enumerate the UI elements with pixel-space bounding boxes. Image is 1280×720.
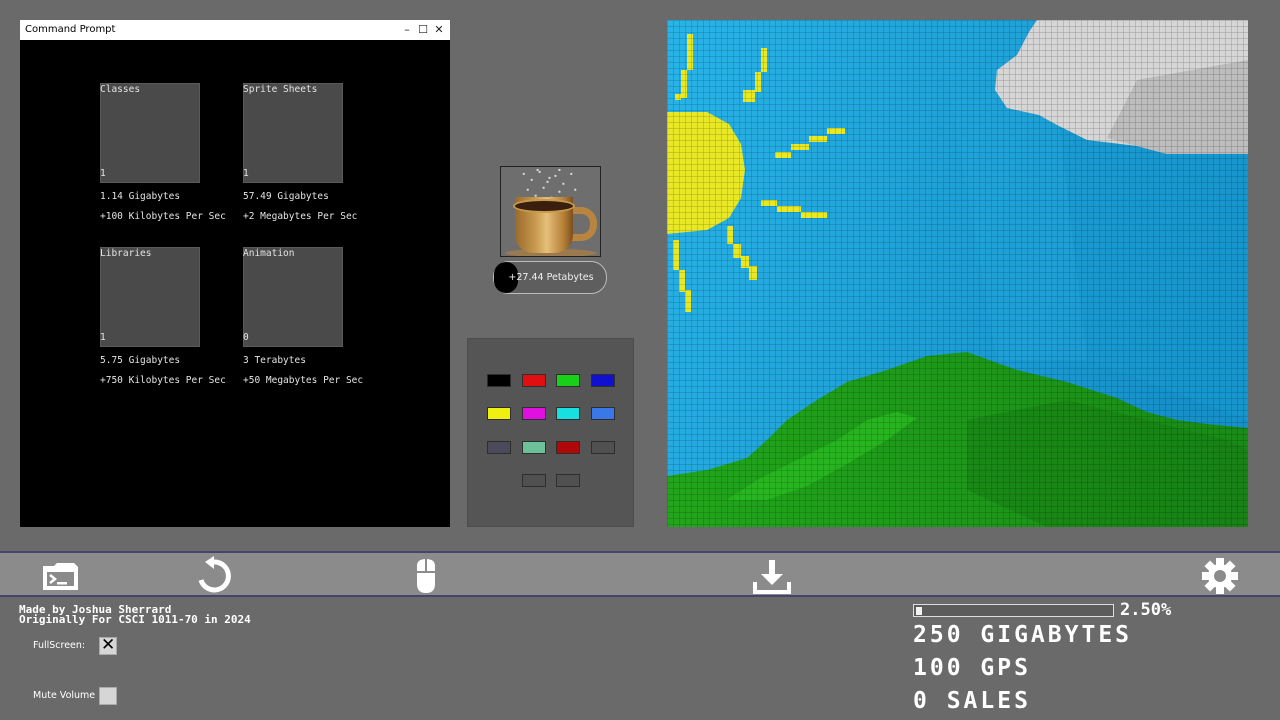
toolbar (0, 551, 1280, 597)
color-swatch[interactable] (591, 441, 615, 454)
cup-handle (571, 207, 597, 241)
upgrade-cost: 1.14 Gigabytes (100, 191, 181, 202)
upgrade-slot-box[interactable] (243, 247, 343, 347)
upgrade-rate: +750 Kilobytes Per Sec (100, 375, 226, 386)
color-swatch[interactable] (556, 441, 580, 454)
upgrade-count: 1 (100, 168, 106, 179)
upgrade-libraries[interactable]: Libraries 1 5.75 Gigabytes +750 Kilobyte… (100, 247, 230, 392)
upgrade-animation[interactable]: Animation 0 3 Terabytes +50 Megabytes Pe… (243, 247, 373, 392)
boost-toggle[interactable]: +27.44 Petabytes (493, 261, 607, 294)
sales-count: 0 SALES (913, 688, 1031, 714)
mute-volume-label: Mute Volume (33, 690, 96, 701)
storage-total: 250 GIGABYTES (913, 622, 1133, 648)
upgrade-name: Libraries (100, 248, 152, 259)
color-swatch[interactable] (522, 407, 546, 420)
upgrade-slot-box[interactable] (100, 247, 200, 347)
upgrade-name: Sprite Sheets (243, 84, 318, 95)
color-swatch[interactable] (522, 374, 546, 387)
color-swatch[interactable] (591, 374, 615, 387)
credits: Made by Joshua Sherrard Originally For C… (19, 604, 251, 626)
maximize-icon[interactable]: ☐ (416, 22, 430, 38)
progress-fill (916, 607, 922, 615)
color-swatch[interactable] (522, 474, 546, 487)
production-rate: 100 GPS (913, 655, 1031, 681)
upgrade-sprite-sheets[interactable]: Sprite Sheets 1 57.49 Gigabytes +2 Megab… (243, 83, 373, 228)
mouse-icon (417, 559, 435, 593)
color-swatch[interactable] (556, 474, 580, 487)
reset-icon (198, 556, 231, 593)
pixel-canvas-drawing[interactable] (667, 20, 1248, 527)
settings-button[interactable] (1200, 556, 1240, 596)
boost-label: +27.44 Petabytes (508, 272, 594, 283)
window-title: Command Prompt (25, 24, 116, 35)
close-icon[interactable]: ✕ (432, 22, 446, 38)
fullscreen-label: FullScreen: (33, 640, 86, 651)
mouse-button[interactable] (406, 556, 446, 596)
color-swatch[interactable] (591, 407, 615, 420)
mute-volume-checkbox[interactable] (99, 687, 117, 705)
terminal-button[interactable] (40, 556, 80, 596)
upgrade-slot-box[interactable] (243, 83, 343, 183)
color-swatch[interactable] (487, 374, 511, 387)
coffee-surface (513, 199, 575, 213)
settings-icon (1202, 558, 1238, 594)
upgrade-cost: 5.75 Gigabytes (100, 355, 181, 366)
coffee-button[interactable] (500, 166, 601, 257)
credit-line: Originally For CSCI 1011-70 in 2024 (19, 613, 251, 626)
window-titlebar[interactable]: Command Prompt – ☐ ✕ (20, 20, 450, 40)
pixel-canvas[interactable] (667, 20, 1248, 527)
color-swatch[interactable] (556, 407, 580, 420)
download-button[interactable] (752, 556, 792, 596)
upgrade-count: 1 (100, 332, 106, 343)
color-swatch[interactable] (487, 407, 511, 420)
upgrade-classes[interactable]: Classes 1 1.14 Gigabytes +100 Kilobytes … (100, 83, 230, 228)
fullscreen-checkbox[interactable] (99, 635, 117, 655)
progress-percent: 2.50% (1120, 600, 1172, 620)
minimize-icon[interactable]: – (400, 22, 414, 38)
upgrade-cost: 3 Terabytes (243, 355, 306, 366)
upgrade-cost: 57.49 Gigabytes (243, 191, 329, 202)
upgrade-name: Classes (100, 84, 141, 95)
upgrade-name: Animation (243, 248, 295, 259)
command-prompt-window: Command Prompt – ☐ ✕ Classes 1 1.14 Giga… (20, 20, 450, 527)
color-swatch[interactable] (556, 374, 580, 387)
upgrade-rate: +2 Megabytes Per Sec (243, 211, 358, 222)
color-swatch[interactable] (487, 441, 511, 454)
download-icon (753, 560, 791, 594)
upgrade-count: 0 (243, 332, 249, 343)
reset-button[interactable] (194, 556, 234, 596)
color-palette (467, 338, 634, 527)
terminal-icon (43, 563, 78, 590)
upgrade-rate: +50 Megabytes Per Sec (243, 375, 364, 386)
upgrade-count: 1 (243, 168, 249, 179)
upgrade-rate: +100 Kilobytes Per Sec (100, 211, 226, 222)
color-swatch[interactable] (522, 441, 546, 454)
progress-bar (913, 604, 1114, 617)
upgrade-slot-box[interactable] (100, 83, 200, 183)
